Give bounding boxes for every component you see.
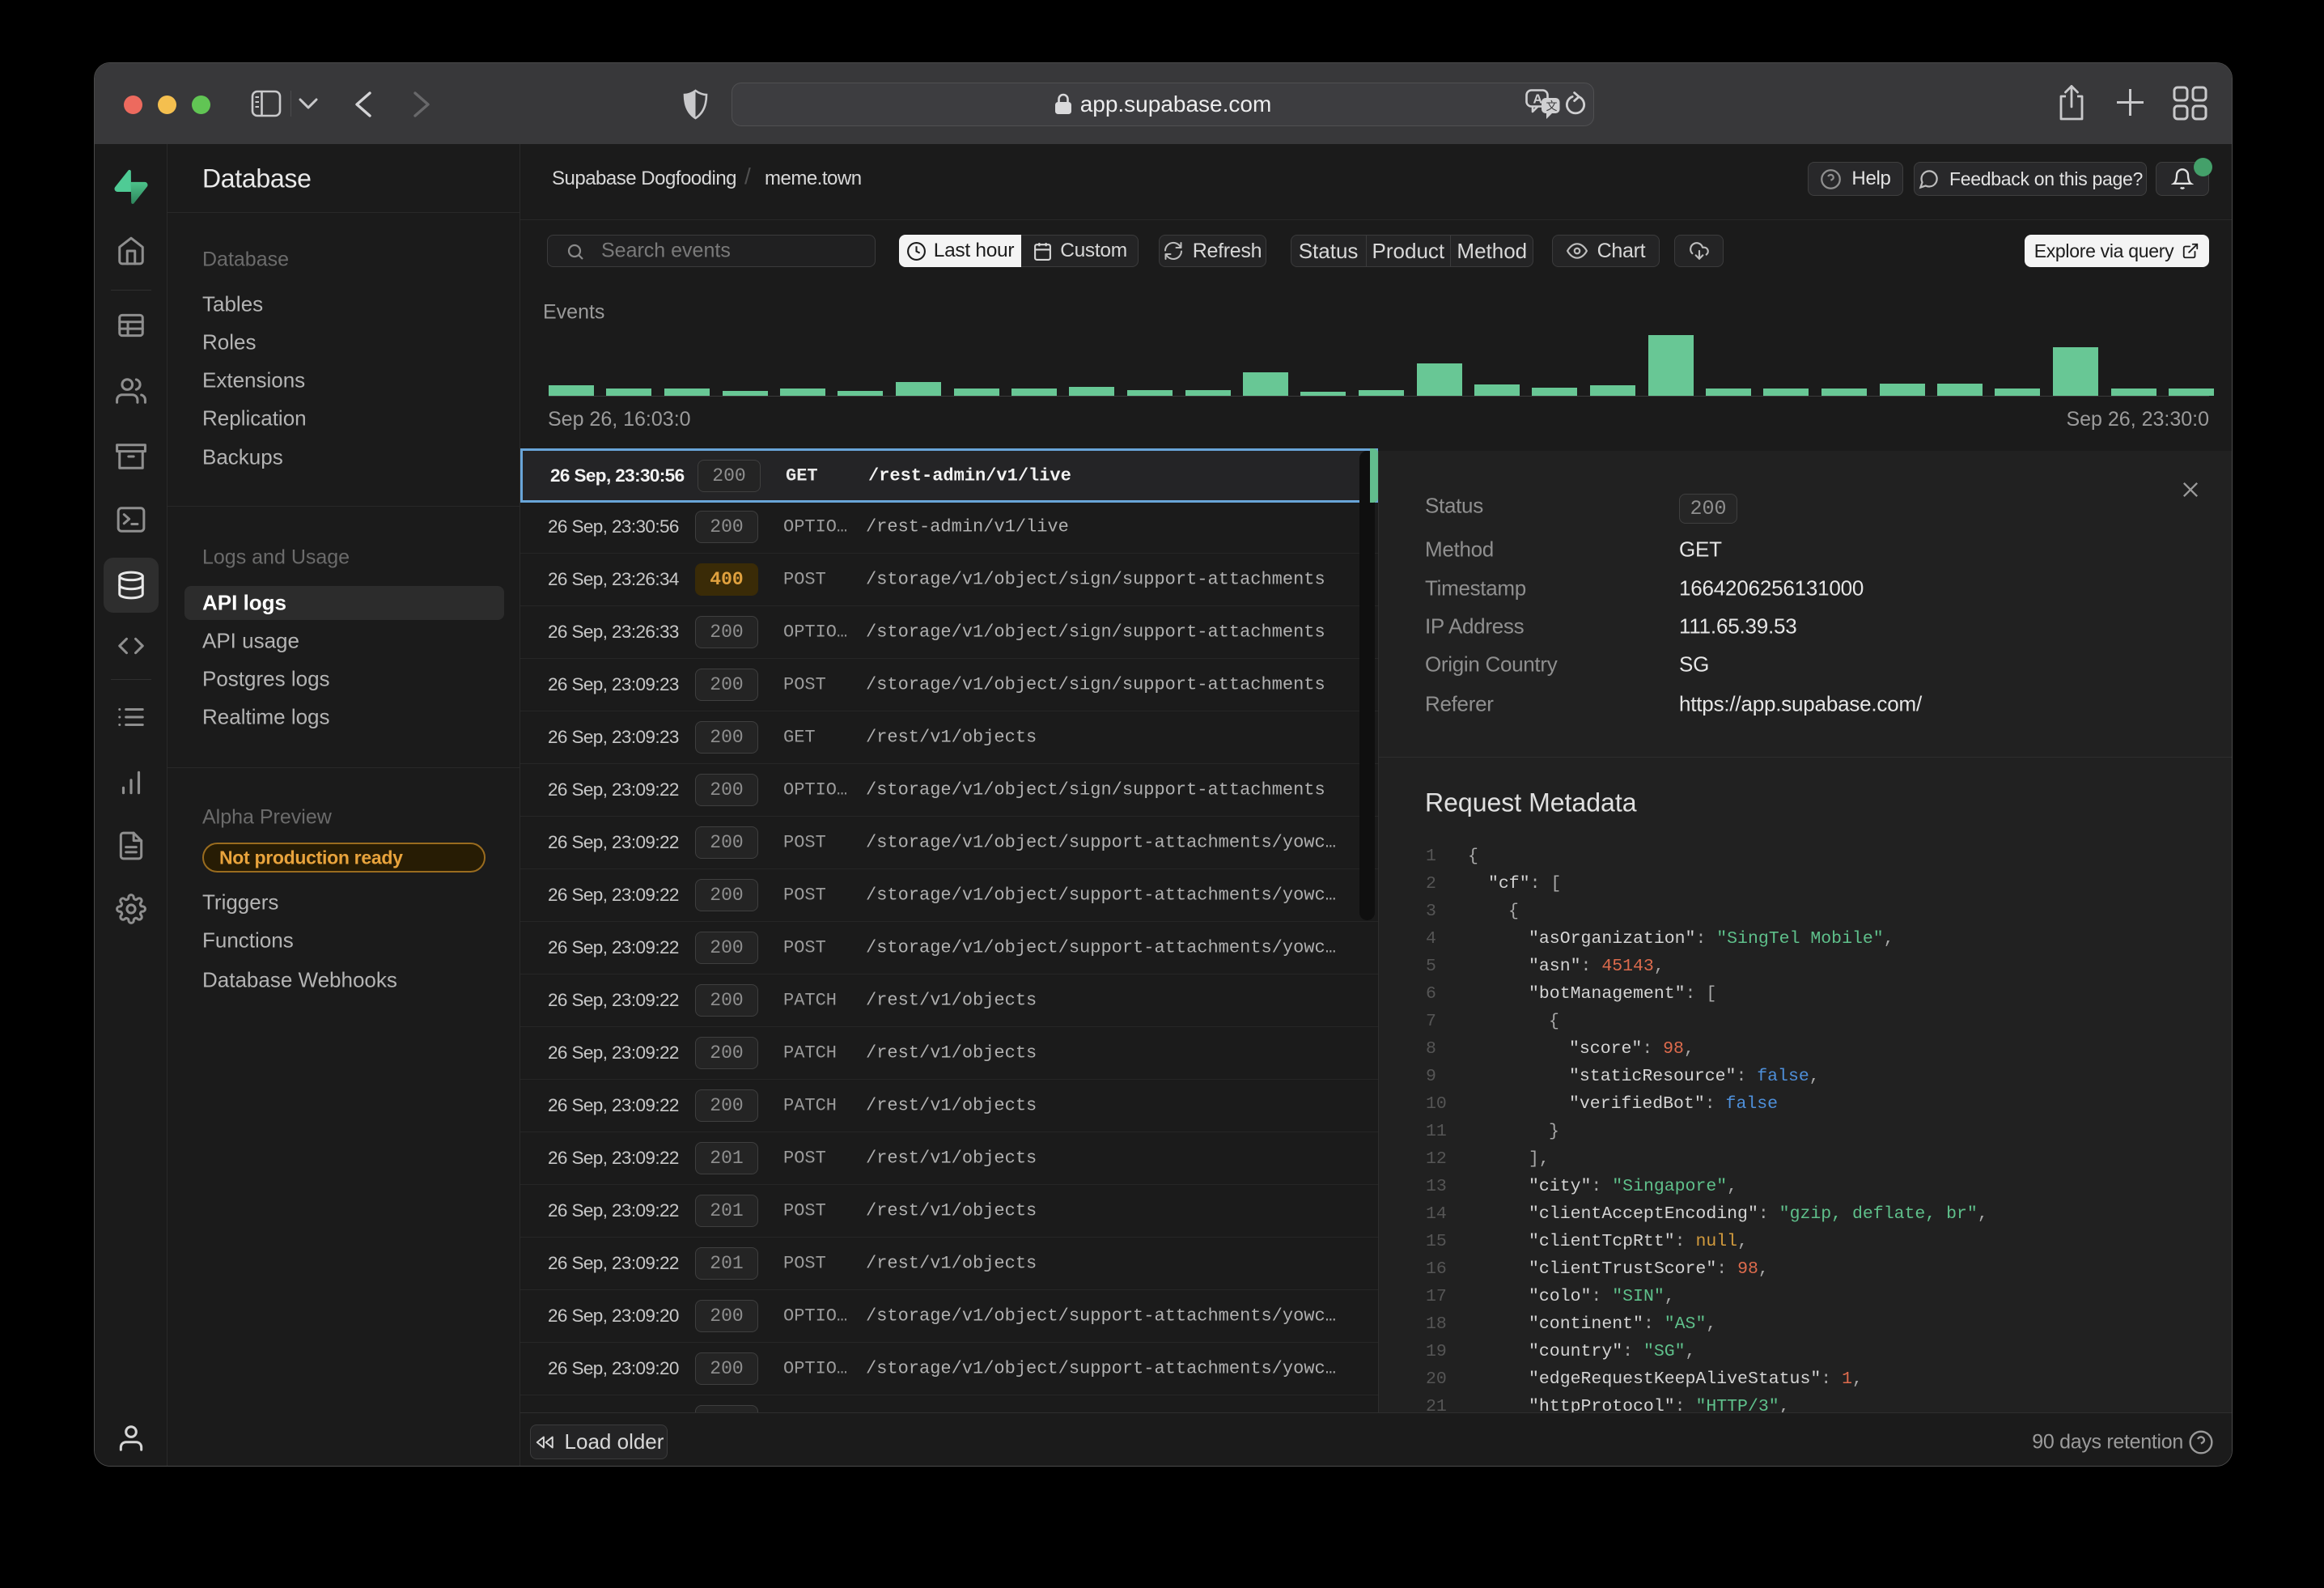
- svg-text:文: 文: [1546, 100, 1558, 113]
- svg-text:A: A: [1533, 93, 1543, 107]
